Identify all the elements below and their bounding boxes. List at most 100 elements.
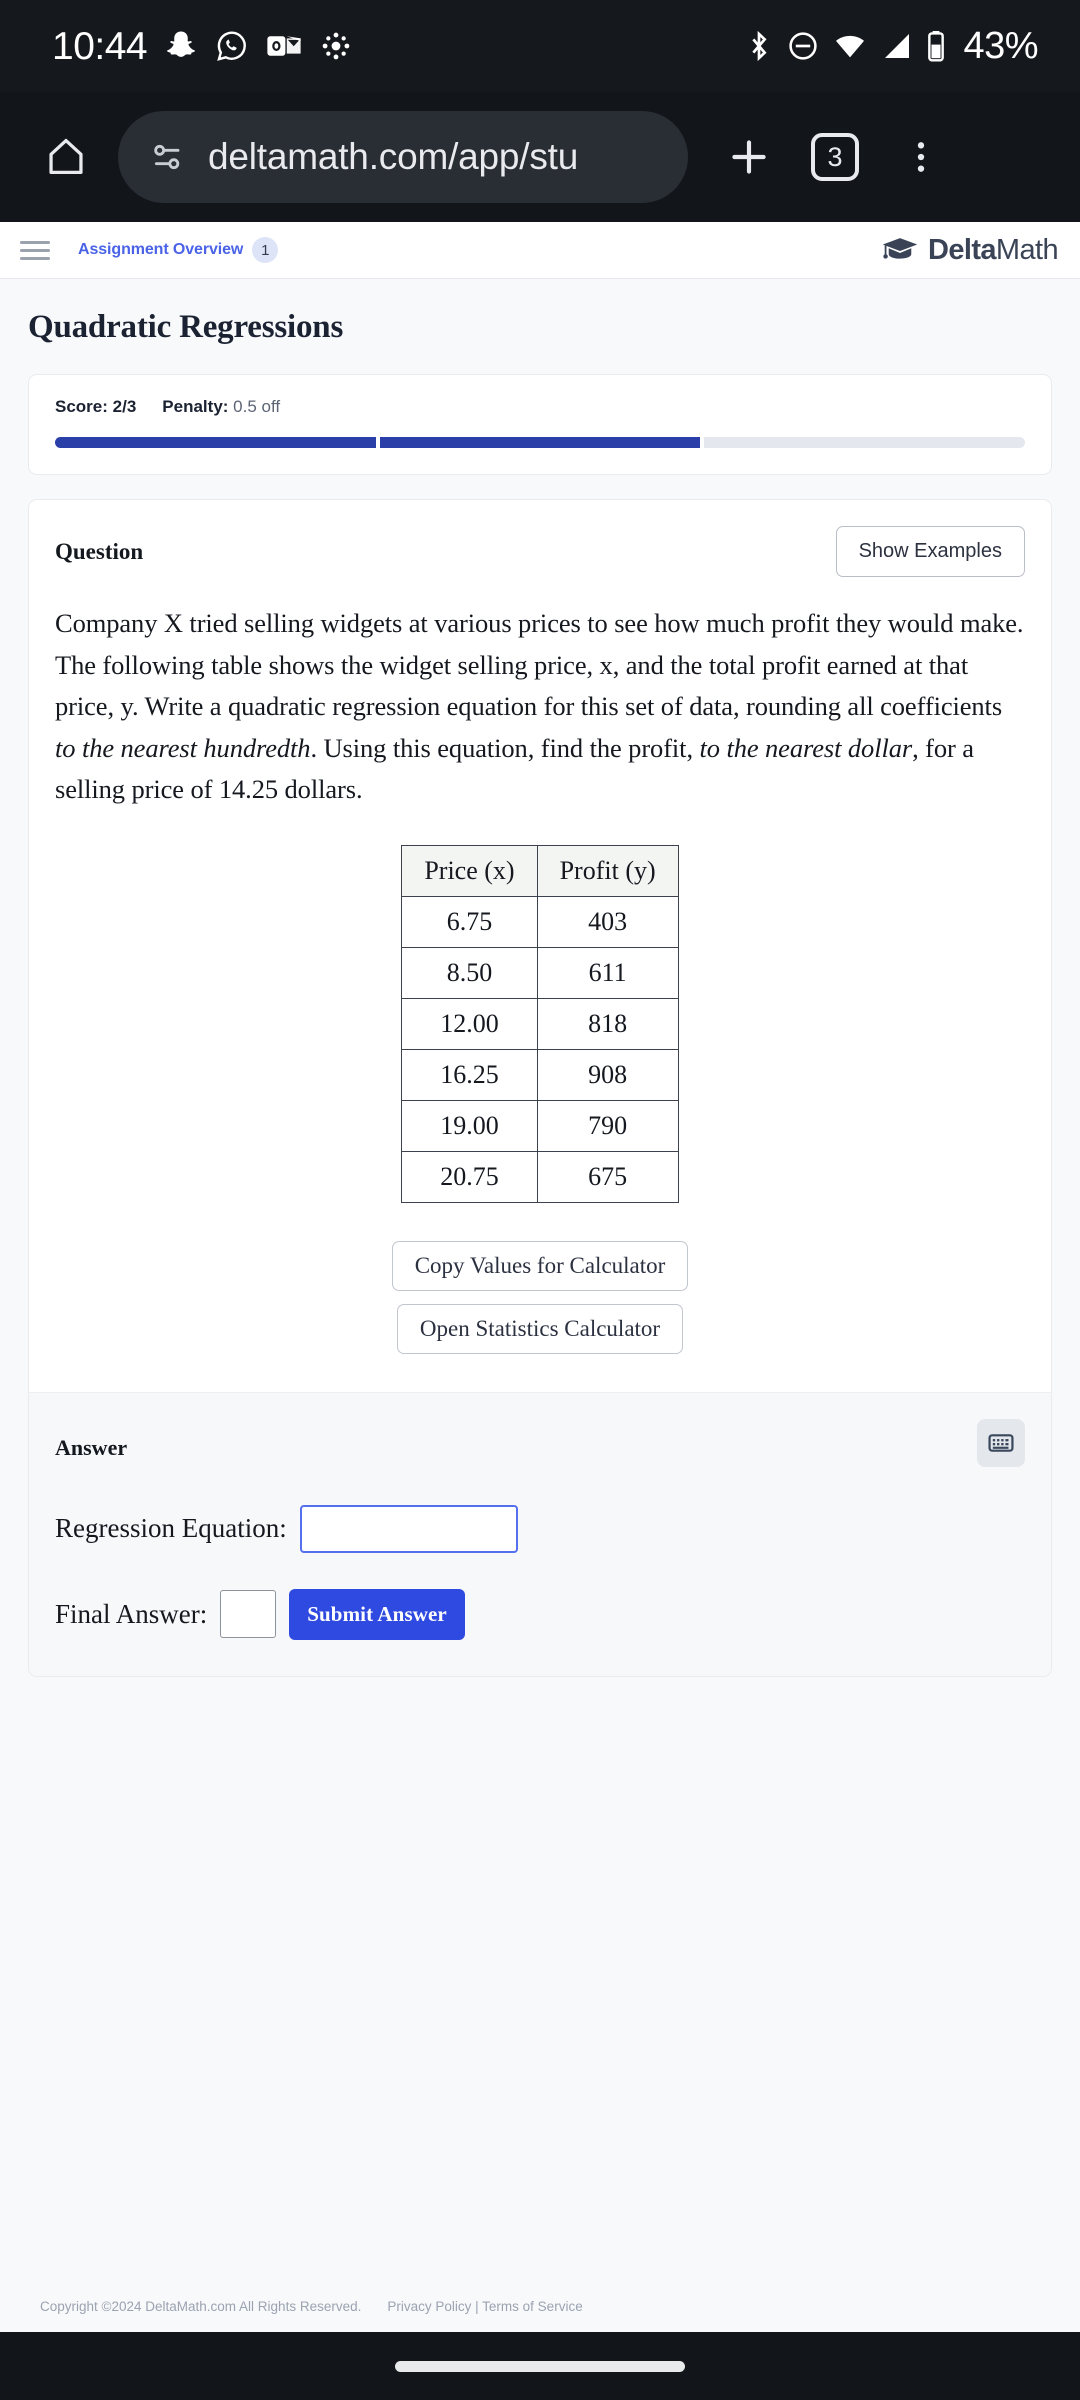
cell-price: 16.25	[401, 1048, 538, 1101]
cell-price: 20.75	[401, 1150, 538, 1203]
submit-answer-button[interactable]: Submit Answer	[289, 1588, 465, 1640]
final-answer-row: Final Answer: Submit Answer	[55, 1588, 1025, 1640]
outlook-icon	[267, 36, 301, 56]
score-value: 2/3	[112, 397, 137, 416]
table-row: 19.00 790	[401, 1099, 679, 1152]
page-footer: Copyright ©2024 DeltaMath.com All Rights…	[0, 2299, 1080, 2332]
home-icon	[49, 138, 83, 174]
final-answer-label: Final Answer:	[55, 1598, 208, 1629]
assignment-overview-link[interactable]: Assignment Overview	[78, 241, 243, 259]
question-text: Company X tried selling widgets at vario…	[55, 603, 1025, 811]
do-not-disturb-icon	[789, 32, 818, 60]
progress-segment-3	[704, 437, 1026, 448]
cell-profit: 790	[536, 1099, 679, 1152]
regression-equation-label: Regression Equation:	[55, 1513, 287, 1544]
cell-price: 12.00	[401, 997, 538, 1050]
data-table-wrapper: Price (x) Profit (y) 6.75 403 8.50 611 1…	[55, 844, 1025, 1203]
keyboard-toggle-button[interactable]	[977, 1418, 1025, 1467]
question-text-part2: . Using this equation, find the profit,	[310, 732, 700, 763]
whatsapp-icon	[217, 31, 247, 61]
page-content: Quadratic Regressions Score: 2/3 Penalty…	[0, 279, 1080, 2332]
cell-price: 19.00	[401, 1099, 538, 1152]
battery-icon	[928, 30, 945, 62]
cell-price: 6.75	[401, 895, 538, 948]
question-emphasis-1: to the nearest hundredth	[55, 732, 311, 763]
regression-equation-input[interactable]	[299, 1504, 518, 1553]
browser-toolbar: deltamath.com/app/stu 3	[0, 92, 1080, 222]
cell-profit: 611	[536, 946, 679, 999]
copyright-text: Copyright ©2024 DeltaMath.com All Rights…	[40, 2299, 362, 2314]
question-label: Question	[55, 538, 144, 564]
data-table: Price (x) Profit (y) 6.75 403 8.50 611 1…	[401, 844, 679, 1203]
terms-of-service-link[interactable]: Terms of Service	[482, 2299, 583, 2314]
question-card: Question Show Examples Company X tried s…	[28, 499, 1052, 1677]
table-row: 6.75 403	[401, 895, 679, 948]
table-row: 8.50 611	[401, 946, 679, 999]
phone-screen: 10:44 43% deltamath.com/app/stu 3 Assign…	[0, 0, 1080, 2400]
question-emphasis-2: to the nearest dollar	[699, 732, 913, 763]
score-line: Score: 2/3 Penalty: 0.5 off	[55, 397, 1025, 417]
score-card: Score: 2/3 Penalty: 0.5 off	[28, 374, 1052, 475]
progress-bar	[55, 437, 1026, 448]
status-bar-left: 10:44	[52, 27, 353, 66]
status-bar-right: 43%	[744, 27, 1038, 65]
keyboard-icon	[988, 1434, 1014, 1452]
score-label: Score:	[55, 397, 108, 416]
table-row: 20.75 675	[401, 1150, 679, 1203]
score-text: Score: 2/3	[55, 397, 136, 417]
tab-switcher-button[interactable]: 3	[796, 118, 874, 196]
footer-links: Privacy Policy | Terms of Service	[387, 2299, 582, 2314]
plus-icon	[732, 140, 766, 174]
question-text-part1: Company X tried selling widgets at vario…	[55, 608, 1024, 722]
privacy-policy-link[interactable]: Privacy Policy	[387, 2299, 471, 2314]
data-table-head: Price (x) Profit (y)	[401, 844, 679, 897]
web-viewport: Assignment Overview 1 DeltaMath Quadrati…	[0, 222, 1080, 2332]
snapchat-icon	[167, 31, 195, 57]
cell-profit: 908	[536, 1048, 679, 1101]
question-header: Question Show Examples	[55, 526, 1025, 577]
answer-panel: Answer Regression Equation: Final Answer…	[29, 1391, 1051, 1676]
site-settings-icon	[154, 144, 180, 170]
tab-count: 3	[811, 133, 859, 181]
omnibox[interactable]: deltamath.com/app/stu	[118, 111, 688, 203]
copy-values-button[interactable]: Copy Values for Calculator	[391, 1240, 689, 1291]
table-row: 16.25 908	[401, 1048, 679, 1101]
assignment-overview-badge: 1	[252, 237, 279, 263]
final-answer-input[interactable]	[220, 1590, 277, 1639]
graduation-cap-icon	[882, 238, 918, 259]
table-row: 12.00 818	[401, 997, 679, 1050]
brand-bold: Delta	[928, 233, 997, 266]
omnibox-url-text: deltamath.com/app/stu	[208, 136, 579, 177]
new-tab-button[interactable]	[710, 118, 788, 196]
cell-profit: 675	[536, 1150, 679, 1203]
cellular-signal-icon	[885, 34, 910, 58]
penalty-label: Penalty:	[162, 397, 229, 416]
browser-menu-button[interactable]	[882, 118, 960, 196]
progress-segment-2	[379, 437, 701, 448]
calculator-buttons: Copy Values for Calculator Open Statisti…	[55, 1240, 1025, 1354]
show-examples-button[interactable]: Show Examples	[835, 526, 1025, 577]
android-status-bar: 10:44 43%	[0, 0, 1080, 92]
bluetooth-icon	[752, 30, 767, 62]
regression-equation-row: Regression Equation:	[55, 1504, 1025, 1553]
android-gesture-nav	[0, 2332, 1080, 2400]
answer-header: Answer	[55, 1418, 1025, 1467]
cell-profit: 403	[536, 895, 679, 948]
page-title: Quadratic Regressions	[28, 309, 344, 345]
brand-light: Math	[995, 233, 1059, 266]
penalty-text: Penalty: 0.5 off	[162, 397, 280, 417]
gesture-home-pill[interactable]	[395, 2360, 685, 2372]
cell-price: 8.50	[401, 946, 538, 999]
answer-label: Answer	[55, 1434, 128, 1460]
progress-segment-1	[55, 437, 376, 448]
home-button[interactable]	[28, 119, 104, 195]
open-statistics-calculator-button[interactable]: Open Statistics Calculator	[396, 1303, 684, 1354]
penalty-value: 0.5 off	[233, 397, 281, 416]
deltamath-logo[interactable]: DeltaMath	[881, 233, 1059, 266]
site-navbar: Assignment Overview 1 DeltaMath	[0, 222, 1080, 279]
hamburger-menu-icon[interactable]	[20, 240, 50, 260]
table-header-row: Price (x) Profit (y)	[401, 844, 679, 897]
column-header-profit: Profit (y)	[536, 844, 679, 897]
kebab-menu-icon	[917, 142, 925, 172]
column-header-price: Price (x)	[401, 844, 538, 897]
